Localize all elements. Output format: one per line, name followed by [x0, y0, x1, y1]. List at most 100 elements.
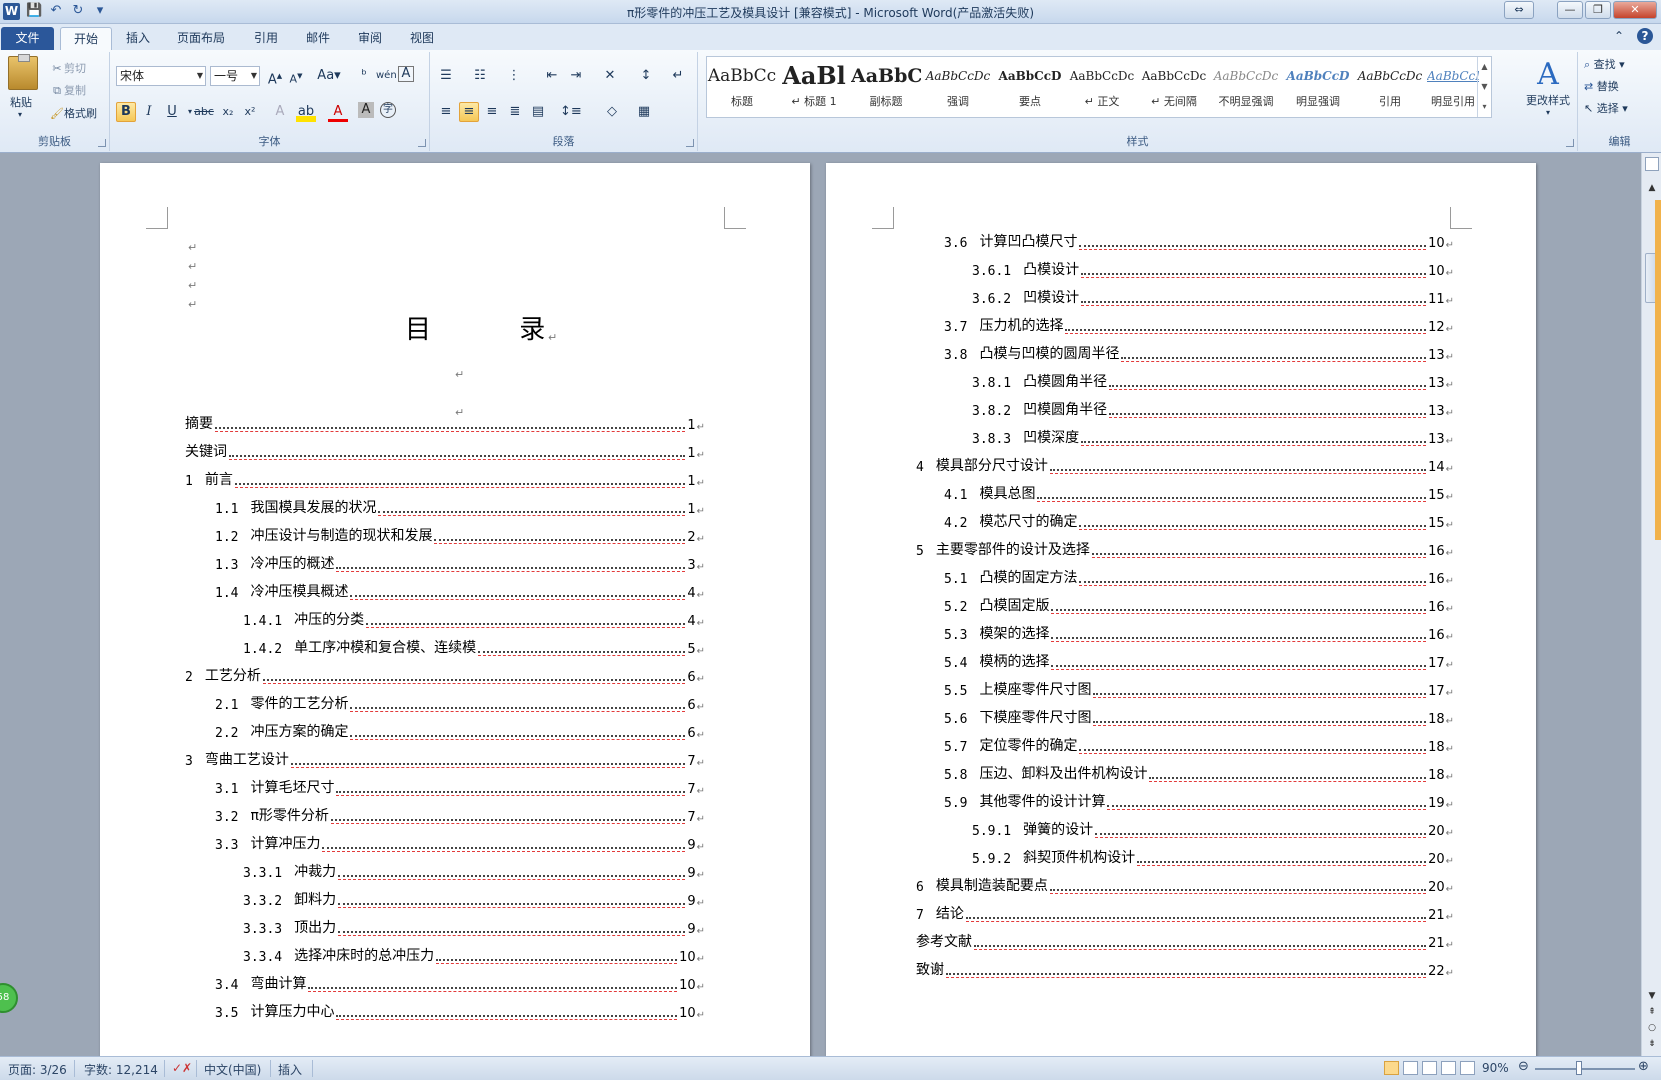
- replace-button[interactable]: ⇄ 替换: [1584, 78, 1619, 94]
- toc-entry[interactable]: 3.3.2 卸料力 9 ↵: [243, 891, 705, 909]
- maximize-button[interactable]: ❐: [1585, 1, 1611, 19]
- line-spacing-icon[interactable]: ↕≡: [560, 102, 582, 122]
- tab-file[interactable]: 文件: [1, 27, 54, 50]
- toc-entry[interactable]: 1.4.2 单工序冲模和复合模、连续模 5 ↵: [243, 639, 705, 657]
- tab-page-layout[interactable]: 页面布局: [170, 27, 232, 50]
- toc-entry[interactable]: 5.1 凸模的固定方法 16 ↵: [944, 569, 1454, 587]
- style-intense-quote[interactable]: AaBbCcDc明显引用: [1427, 59, 1479, 117]
- toc-entry[interactable]: 2.1 零件的工艺分析 6 ↵: [215, 695, 705, 713]
- proofing-icon[interactable]: ✓✗: [172, 1061, 192, 1075]
- text-effects-icon[interactable]: A: [270, 102, 290, 122]
- toc-entry[interactable]: 3.3.4 选择冲床时的总冲压力 10 ↵: [243, 947, 705, 965]
- toc-entry[interactable]: 4.2 模芯尺寸的确定 15 ↵: [944, 513, 1454, 531]
- distributed-icon[interactable]: ▤: [528, 102, 548, 122]
- select-button[interactable]: ↖ 选择 ▾: [1584, 100, 1628, 116]
- toc-entry[interactable]: 2 工艺分析 6 ↵: [185, 667, 705, 685]
- toc-entry[interactable]: 3.6.1 凸模设计 10 ↵: [972, 261, 1454, 279]
- toc-entry[interactable]: 3.8.3 凹模深度 13 ↵: [972, 429, 1454, 447]
- highlight-icon[interactable]: ab: [296, 102, 316, 122]
- prev-page-icon[interactable]: ⇞: [1645, 1005, 1659, 1019]
- font-size-combo[interactable]: 一号 ▼: [210, 66, 260, 86]
- tab-review[interactable]: 审阅: [350, 27, 390, 50]
- toc-entry[interactable]: 1.4.1 冲压的分类 4 ↵: [243, 611, 705, 629]
- toc-entry[interactable]: 1.3 冷冲压的概述 3 ↵: [215, 555, 705, 573]
- minimize-button[interactable]: —: [1557, 1, 1583, 19]
- ribbon-restore-icon[interactable]: ⇔: [1504, 1, 1534, 19]
- strikethrough-button[interactable]: abc: [194, 102, 214, 122]
- copy-button[interactable]: ⧉ 复制: [50, 82, 86, 98]
- paste-button[interactable]: 粘贴: [10, 94, 32, 110]
- show-marks-icon[interactable]: ↵: [668, 66, 688, 86]
- close-button[interactable]: ✕: [1613, 1, 1657, 19]
- zoom-level[interactable]: 90%: [1482, 1061, 1509, 1075]
- document-workspace[interactable]: ↵ ↵ ↵ ↵ 目 录 ↵ ↵ ↵ 摘要 1 ↵ 关键词 1 ↵ 1 前言 1 ↵ 1.1 我国模具发…: [0, 153, 1641, 1056]
- char-shading-icon[interactable]: A: [358, 102, 374, 118]
- toc-entry[interactable]: 致谢 22 ↵: [916, 961, 1454, 979]
- find-button[interactable]: ⌕ 查找 ▾: [1584, 56, 1625, 72]
- toc-entry[interactable]: 参考文献 21 ↵: [916, 933, 1454, 951]
- phonetic-guide-icon[interactable]: wén: [376, 66, 397, 86]
- zoom-out-icon[interactable]: ⊖: [1518, 1059, 1529, 1074]
- toc-entry[interactable]: 3.7 压力机的选择 12 ↵: [944, 317, 1454, 335]
- align-right-icon[interactable]: ≡: [482, 102, 502, 122]
- style-subtitle[interactable]: AaBbC 副标题: [851, 59, 921, 117]
- style-no-spacing[interactable]: AaBbCcDc ↵ 无间隔: [1139, 59, 1209, 117]
- multilevel-list-icon[interactable]: ⋮: [504, 66, 524, 86]
- ruler-toggle-icon[interactable]: [1645, 157, 1659, 171]
- toc-entry[interactable]: 3.4 弯曲计算 10 ↵: [215, 975, 705, 993]
- toc-entry[interactable]: 3.3.1 冲裁力 9 ↵: [243, 863, 705, 881]
- style-intense-emphasis[interactable]: AaBbCcD 明显强调: [1283, 59, 1353, 117]
- toc-entry[interactable]: 1.2 冲压设计与制造的现状和发展 2 ↵: [215, 527, 705, 545]
- toc-entry[interactable]: 3.8 凸模与凹模的圆周半径 13 ↵: [944, 345, 1454, 363]
- toc-entry[interactable]: 5.5 上模座零件尺寸图 17 ↵: [944, 681, 1454, 699]
- toc-entry[interactable]: 3.6.2 凹模设计 11 ↵: [972, 289, 1454, 307]
- toc-entry[interactable]: 4 模具部分尺寸设计 14 ↵: [916, 457, 1454, 475]
- zoom-slider-thumb[interactable]: [1576, 1061, 1582, 1075]
- superscript-button[interactable]: x²: [240, 102, 260, 122]
- toc-entry[interactable]: 3.1 计算毛坯尺寸 7 ↵: [215, 779, 705, 797]
- increase-indent-icon[interactable]: ⇥: [566, 66, 586, 86]
- browse-object-icon[interactable]: ○: [1645, 1021, 1659, 1035]
- toc-entry[interactable]: 4.1 模具总图 15 ↵: [944, 485, 1454, 503]
- page-indicator[interactable]: 页面: 3/26: [8, 1061, 67, 1078]
- full-screen-reading-icon[interactable]: [1403, 1061, 1418, 1075]
- paste-dropdown-icon[interactable]: ▾: [18, 110, 22, 119]
- style-heading-1[interactable]: AaBl ↵ 标题 1: [779, 59, 849, 117]
- decrease-indent-icon[interactable]: ⇤: [542, 66, 562, 86]
- toc-entry[interactable]: 5.6 下模座零件尺寸图 18 ↵: [944, 709, 1454, 727]
- paste-icon[interactable]: [8, 54, 38, 90]
- zoom-slider[interactable]: [1535, 1068, 1635, 1070]
- font-name-combo[interactable]: 宋体 ▼: [116, 66, 206, 86]
- align-left-icon[interactable]: ≡: [436, 102, 456, 122]
- chevron-down-icon[interactable]: ▼: [251, 67, 257, 85]
- toc-entry[interactable]: 1 前言 1 ↵: [185, 471, 705, 489]
- toc-entry[interactable]: 3.3.3 顶出力 9 ↵: [243, 919, 705, 937]
- style-title[interactable]: AaBbCc 标题: [707, 59, 777, 117]
- insert-mode[interactable]: 插入: [278, 1061, 302, 1078]
- italic-button[interactable]: I: [139, 102, 159, 122]
- outline-view-icon[interactable]: [1441, 1061, 1456, 1075]
- help-icon[interactable]: ?: [1637, 28, 1653, 44]
- language-indicator[interactable]: 中文(中国): [204, 1061, 261, 1078]
- style-subtle-emphasis[interactable]: AaBbCcDc 不明显强调: [1211, 59, 1281, 117]
- paragraph-launcher-icon[interactable]: [686, 139, 694, 147]
- toc-entry[interactable]: 3.8.1 凸模圆角半径 13 ↵: [972, 373, 1454, 391]
- bullets-icon[interactable]: ☰: [436, 66, 456, 86]
- enclose-char-icon[interactable]: 字: [380, 102, 396, 118]
- draft-view-icon[interactable]: [1460, 1061, 1475, 1075]
- toc-entry[interactable]: 3 弯曲工艺设计 7 ↵: [185, 751, 705, 769]
- style-strong[interactable]: AaBbCcD 要点: [995, 59, 1065, 117]
- align-center-icon[interactable]: ≡: [459, 102, 479, 122]
- toc-entry[interactable]: 2.2 冲压方案的确定 6 ↵: [215, 723, 705, 741]
- toc-entry[interactable]: 5.3 模架的选择 16 ↵: [944, 625, 1454, 643]
- toc-entry[interactable]: 3.8.2 凹模圆角半径 13 ↵: [972, 401, 1454, 419]
- toc-entry[interactable]: 5.9.1 弹簧的设计 20 ↵: [972, 821, 1454, 839]
- toc-entry[interactable]: 5.2 凸模固定版 16 ↵: [944, 597, 1454, 615]
- change-styles-button[interactable]: A 更改样式 ▾: [1520, 58, 1576, 118]
- toc-entry[interactable]: 1.1 我国模具发展的状况 1 ↵: [215, 499, 705, 517]
- document-page-left[interactable]: ↵ ↵ ↵ ↵ 目 录 ↵ ↵ ↵ 摘要 1 ↵ 关键词 1 ↵ 1 前言 1 ↵ 1.1 我国模具发…: [100, 163, 810, 1056]
- shading-icon[interactable]: ◇: [602, 102, 622, 122]
- toc-entry[interactable]: 5 主要零部件的设计及选择 16 ↵: [916, 541, 1454, 559]
- shrink-font-icon[interactable]: A▼: [286, 66, 306, 86]
- cut-button[interactable]: ✂ 剪切: [50, 60, 86, 76]
